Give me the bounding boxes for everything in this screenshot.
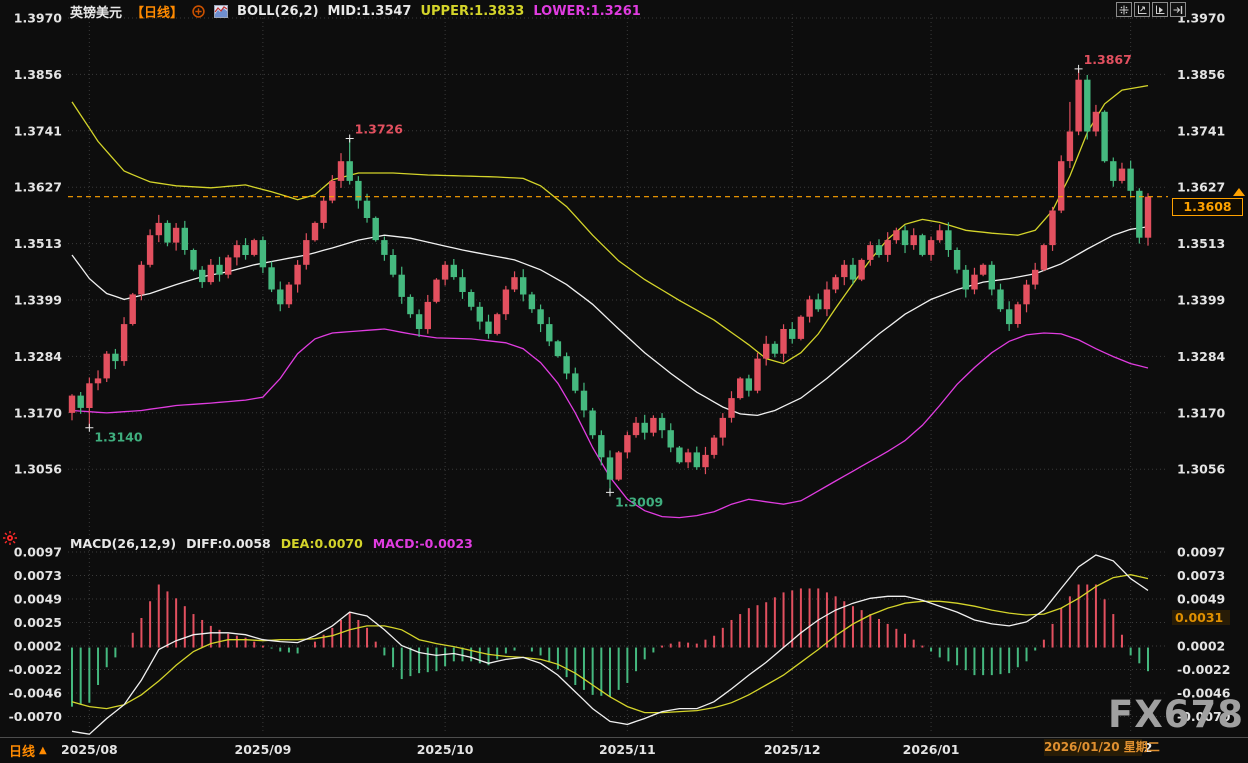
date-axis-label: 2026/01 [903,742,960,757]
macd-axis-label: 0.0049 [1177,592,1225,607]
price-axis-label: 1.3856 [14,67,63,82]
price-axis-label: 1.3741 [14,123,62,138]
jump-to-end-icon[interactable] [1170,2,1186,17]
date-axis-label: 2025/12 [764,742,821,757]
price-axis-label: 1.3513 [14,236,62,251]
macd-axis-label: 0.0097 [14,545,62,560]
macd-axis-label: 0.0073 [14,568,62,583]
macd-axis-label: 0.0002 [14,639,62,654]
price-axis-label: 1.3056 [1177,462,1226,477]
trading-chart-screen: 1.39701.39701.38561.38561.37411.37411.36… [0,0,1248,763]
highlighted-date-label: 2026/01/20 星期二 [1044,739,1142,756]
swing-high-jan: 1.3867 [1084,52,1132,67]
macd-header: MACD(26,12,9) DIFF:0.0058 DEA:0.0070 MAC… [70,536,473,551]
macd-axis-label: -0.0022 [1177,662,1230,677]
indicator-chart-icon[interactable] [214,5,228,18]
boll-lower-value: LOWER:1.3261 [533,4,640,19]
macd-dea-value: DEA:0.0070 [281,536,363,551]
macd-axis-label: 0.0073 [1177,568,1225,583]
period-tag[interactable]: 【日线】 [131,2,183,21]
price-axis-label: 1.3627 [1177,180,1225,195]
current-price-box: 1.3608 [1172,198,1243,216]
price-axis-label: 1.3970 [14,11,63,26]
price-up-arrow-icon [1233,188,1245,196]
macd-axis-label: -0.0070 [9,709,63,724]
price-axis-label: 1.3170 [14,405,63,420]
plus-circle-icon[interactable] [192,5,205,18]
boll-params-label: BOLL(26,2) [237,4,319,19]
macd-diff-value: DIFF:0.0058 [186,536,271,551]
swing-low-jul: 1.3140 [94,430,143,445]
price-axis-label: 1.3627 [14,180,62,195]
price-axis-label: 1.3741 [1177,123,1225,138]
date-axis-label: 2025/11 [599,742,656,757]
chart-canvas[interactable]: 1.39701.39701.38561.38561.37411.37411.36… [0,0,1248,763]
date-axis-label: 2025/09 [235,742,292,757]
date-axis-label: 2025/10 [417,742,474,757]
chart-header: 英镑美元 【日线】 BOLL(26,2) MID:1.3547 UPPER:1.… [70,3,641,19]
scale-axis-left-icon[interactable] [1134,2,1150,17]
boll-mid-value: MID:1.3547 [328,4,412,19]
macd-axis-label: 0.0049 [14,592,62,607]
macd-axis-label: 0.0025 [14,615,62,630]
macd-params-label: MACD(26,12,9) [70,536,176,551]
price-axis-label: 1.3284 [1177,349,1226,364]
alert-icon[interactable] [2,530,18,550]
chart-toolbar [1116,2,1186,17]
symbol-name: 英镑美元 [70,2,122,21]
current-macd-box: 0.0031 [1172,610,1230,625]
date-axis-label: 2025/08 [61,742,118,757]
price-axis-label: 1.3399 [1177,293,1225,308]
price-axis-label: 1.3399 [14,293,62,308]
period-label: 日线 [9,741,35,760]
macd-axis-label: 0.0097 [1177,545,1225,560]
macd-axis-label: 0.0002 [1177,639,1225,654]
date-axis-separator [0,737,1248,738]
boll-upper-value: UPPER:1.3833 [420,4,524,19]
price-axis-label: 1.3170 [1177,405,1226,420]
swing-high-sep: 1.3726 [355,121,404,136]
period-selector[interactable]: 日线 ▲ [9,741,47,760]
macd-value: MACD:-0.0023 [373,536,473,551]
watermark: FX678 [1108,696,1244,733]
price-axis-label: 1.3284 [14,349,63,364]
crosshair-icon[interactable] [1116,2,1132,17]
period-up-arrow-icon: ▲ [39,745,47,756]
price-axis-label: 1.3056 [14,462,63,477]
price-axis-label: 1.3856 [1177,67,1226,82]
price-axis-label: 1.3513 [1177,236,1225,251]
scale-axis-play-icon[interactable] [1152,2,1168,17]
swing-low-nov: 1.3009 [615,494,663,509]
macd-axis-label: -0.0046 [9,686,63,701]
macd-axis-label: -0.0022 [9,662,62,677]
chart-background [0,0,1248,763]
